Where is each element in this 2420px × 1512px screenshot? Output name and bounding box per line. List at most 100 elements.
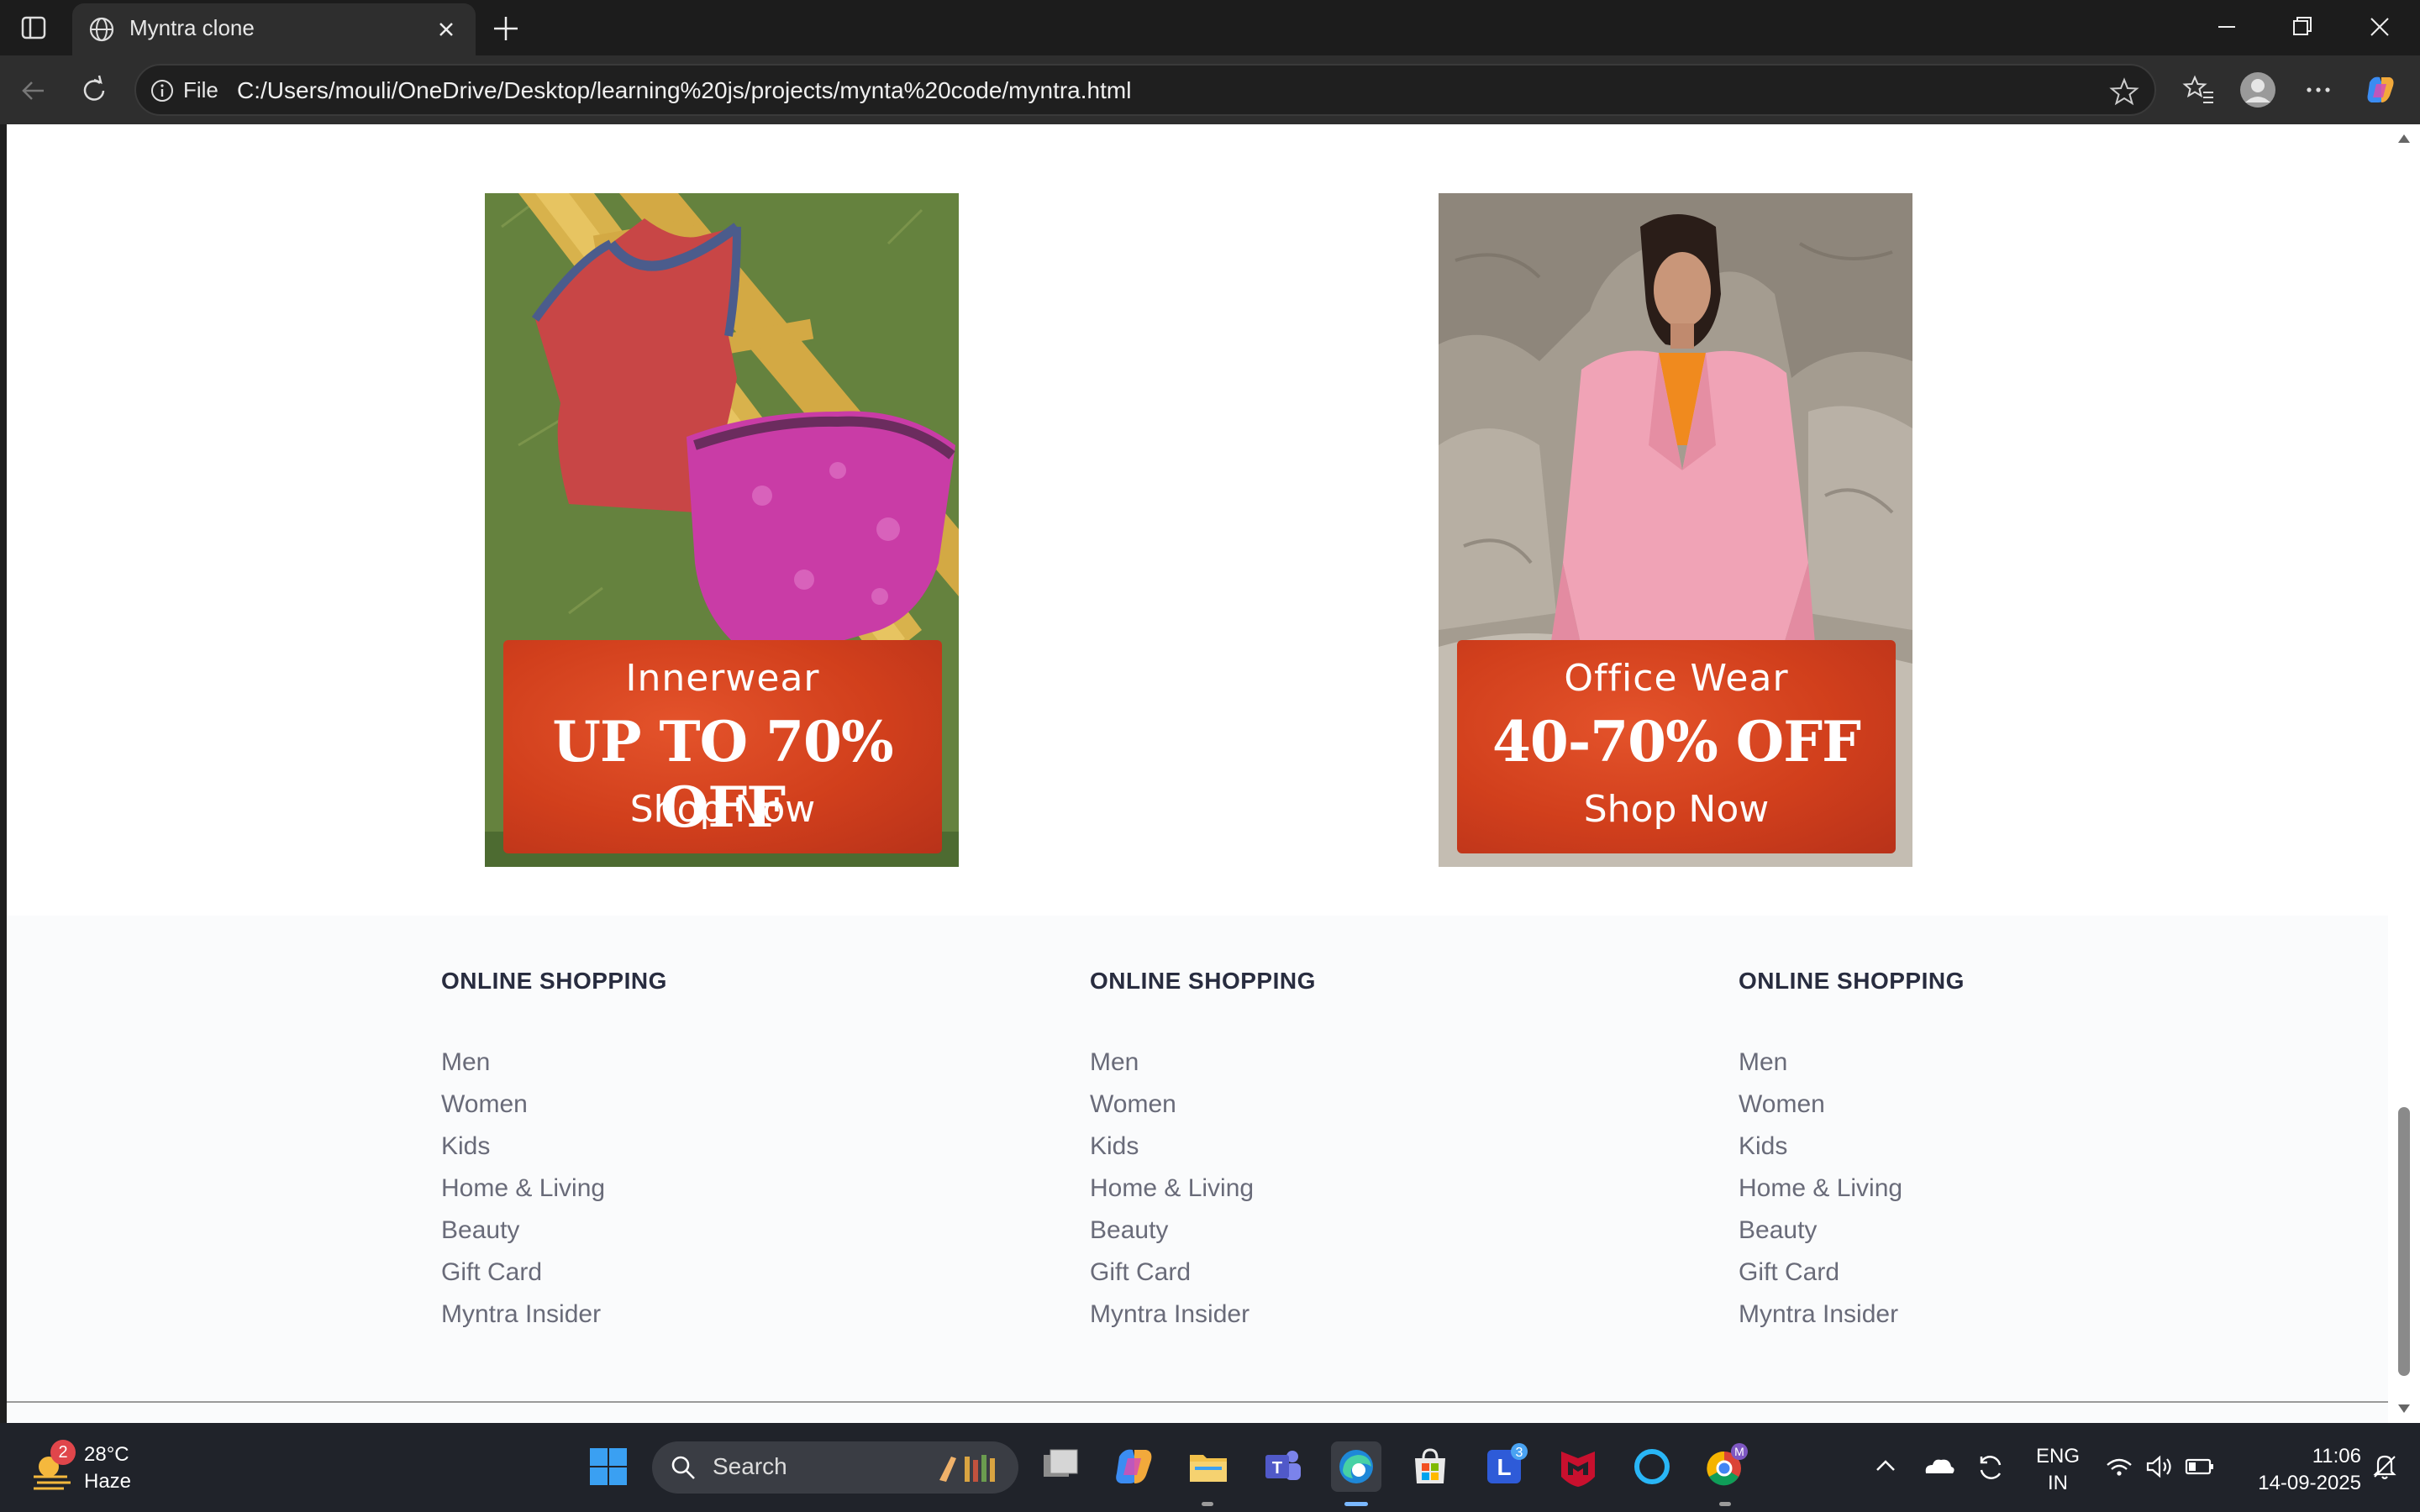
favorites-icon[interactable] (2180, 71, 2218, 109)
footer-link-gift-card[interactable]: Gift Card (1090, 1252, 1254, 1294)
footer-link-beauty[interactable]: Beauty (1739, 1210, 1902, 1252)
footer-link-myntra-insider[interactable]: Myntra Insider (1739, 1294, 1902, 1336)
shop-now-link[interactable]: Shop Now (503, 788, 942, 831)
footer-link-beauty[interactable]: Beauty (441, 1210, 605, 1252)
footer-link-men[interactable]: Men (1739, 1042, 1902, 1084)
office-wear-banner[interactable]: Office Wear 40-70% OFF Shop Now (1439, 193, 1912, 867)
footer-link-kids[interactable]: Kids (1090, 1126, 1254, 1168)
reload-icon[interactable] (76, 72, 113, 109)
footer-heading: ONLINE SHOPPING (441, 968, 667, 994)
weather-condition: Haze (84, 1470, 132, 1493)
onedrive-cloud-icon[interactable] (1919, 1441, 1958, 1492)
footer-link-kids[interactable]: Kids (441, 1126, 605, 1168)
footer-link-list: Men Women Kids Home & Living Beauty Gift… (1090, 1042, 1254, 1336)
input-language[interactable]: ENG (2028, 1445, 2087, 1468)
cortana-icon[interactable] (1627, 1441, 1677, 1492)
page-viewport: Innerwear UP TO 70% OFF Shop Now Office … (7, 124, 2388, 1423)
footer-link-home-living[interactable]: Home & Living (1739, 1168, 1902, 1210)
clock-time[interactable]: 11:06 (2235, 1445, 2361, 1468)
chrome-profile-badge: M (1734, 1445, 1744, 1458)
chevron-up-icon[interactable] (1870, 1441, 1901, 1492)
close-tab-icon[interactable] (432, 15, 460, 44)
weather-widget[interactable]: 2 28°C Haze (30, 1440, 198, 1499)
info-icon[interactable] (150, 78, 175, 103)
footer-link-men[interactable]: Men (441, 1042, 605, 1084)
notification-bell-icon[interactable] (2368, 1441, 2402, 1492)
scrollbar-thumb[interactable] (2398, 1107, 2410, 1376)
weather-temperature: 28°C (84, 1443, 129, 1466)
microsoft-store-icon[interactable] (1405, 1441, 1455, 1492)
footer-link-beauty[interactable]: Beauty (1090, 1210, 1254, 1252)
restore-icon[interactable] (2284, 10, 2321, 44)
back-arrow-icon[interactable] (15, 72, 52, 109)
browser-tab[interactable]: Myntra clone (72, 3, 476, 55)
footer-link-kids[interactable]: Kids (1739, 1126, 1902, 1168)
edge-active-indicator (1344, 1502, 1368, 1506)
promo-offer: 40-70% OFF (1492, 709, 1861, 774)
favorite-star-icon[interactable] (2109, 76, 2139, 107)
mcafee-icon[interactable] (1553, 1441, 1603, 1492)
url-text[interactable]: C:/Users/mouli/OneDrive/Desktop/learning… (237, 77, 1131, 104)
svg-text:T: T (1272, 1459, 1282, 1478)
footer-link-home-living[interactable]: Home & Living (441, 1168, 605, 1210)
tab-title: Myntra clone (129, 15, 255, 40)
search-icon (671, 1456, 695, 1479)
footer-heading: ONLINE SHOPPING (1739, 968, 1965, 994)
copilot-icon[interactable] (2361, 71, 2400, 109)
vertical-scrollbar[interactable] (2388, 124, 2420, 1423)
page-footer: ONLINE SHOPPING Men Women Kids Home & Li… (7, 916, 2388, 1423)
footer-link-gift-card[interactable]: Gift Card (441, 1252, 605, 1294)
close-window-icon[interactable] (2361, 10, 2398, 44)
chrome-icon[interactable]: M (1701, 1441, 1751, 1492)
search-highlight-icon (939, 1455, 995, 1482)
footer-link-women[interactable]: Women (1739, 1084, 1902, 1126)
more-menu-icon[interactable] (2299, 71, 2338, 109)
battery-icon[interactable] (2183, 1441, 2217, 1492)
edge-browser-icon[interactable] (1331, 1441, 1381, 1492)
file-explorer-icon[interactable] (1183, 1441, 1234, 1492)
shop-now-link[interactable]: Shop Now (1457, 788, 1896, 831)
clock-date[interactable]: 14-09-2025 (2235, 1472, 2361, 1495)
address-bar[interactable]: File C:/Users/mouli/OneDrive/Desktop/lea… (134, 64, 2156, 116)
promo-category: Office Wear (1564, 657, 1789, 700)
teams-icon[interactable]: T (1257, 1441, 1307, 1492)
explorer-running-indicator (1202, 1502, 1213, 1506)
file-scheme-label: File (183, 77, 218, 102)
profile-avatar-icon[interactable] (2238, 71, 2277, 109)
wifi-icon[interactable] (2102, 1441, 2136, 1492)
footer-heading: ONLINE SHOPPING (1090, 968, 1316, 994)
footer-link-list: Men Women Kids Home & Living Beauty Gift… (441, 1042, 605, 1336)
page-bottom-divider (7, 1401, 2388, 1403)
task-view-icon[interactable] (1035, 1441, 1086, 1492)
svg-text:L: L (1497, 1454, 1511, 1480)
windows-start-icon[interactable] (583, 1441, 634, 1492)
browser-toolbar: File C:/Users/mouli/OneDrive/Desktop/lea… (0, 55, 2420, 124)
footer-link-gift-card[interactable]: Gift Card (1739, 1252, 1902, 1294)
footer-link-women[interactable]: Women (441, 1084, 605, 1126)
footer-link-men[interactable]: Men (1090, 1042, 1254, 1084)
lens-app-icon[interactable]: L3 (1481, 1441, 1531, 1492)
scroll-down-arrow-icon[interactable] (2396, 1403, 2412, 1415)
footer-link-myntra-insider[interactable]: Myntra Insider (441, 1294, 605, 1336)
input-region[interactable]: IN (2028, 1472, 2087, 1495)
tab-actions-icon[interactable] (15, 12, 52, 44)
minimize-icon[interactable] (2208, 10, 2245, 44)
browser-titlebar: Myntra clone (0, 0, 2420, 55)
office-wear-promo-box[interactable]: Office Wear 40-70% OFF Shop Now (1457, 640, 1896, 853)
footer-link-home-living[interactable]: Home & Living (1090, 1168, 1254, 1210)
innerwear-promo-box[interactable]: Innerwear UP TO 70% OFF Shop Now (503, 640, 942, 853)
promo-category: Innerwear (625, 657, 820, 700)
scroll-up-arrow-icon[interactable] (2396, 133, 2412, 144)
windows-taskbar: 2 28°C Haze Search T L3 M ENG IN 11:06 1… (0, 1423, 2420, 1512)
volume-icon[interactable] (2143, 1441, 2176, 1492)
sync-icon[interactable] (1971, 1441, 2010, 1492)
lens-badge: 3 (1516, 1446, 1523, 1460)
footer-link-myntra-insider[interactable]: Myntra Insider (1090, 1294, 1254, 1336)
weather-alert-badge: 2 (50, 1440, 76, 1465)
taskbar-search[interactable]: Search (652, 1441, 1018, 1494)
footer-link-women[interactable]: Women (1090, 1084, 1254, 1126)
search-label: Search (713, 1453, 787, 1479)
copilot-app-icon[interactable] (1109, 1441, 1160, 1492)
new-tab-icon[interactable] (489, 12, 523, 45)
innerwear-banner[interactable]: Innerwear UP TO 70% OFF Shop Now (485, 193, 959, 867)
